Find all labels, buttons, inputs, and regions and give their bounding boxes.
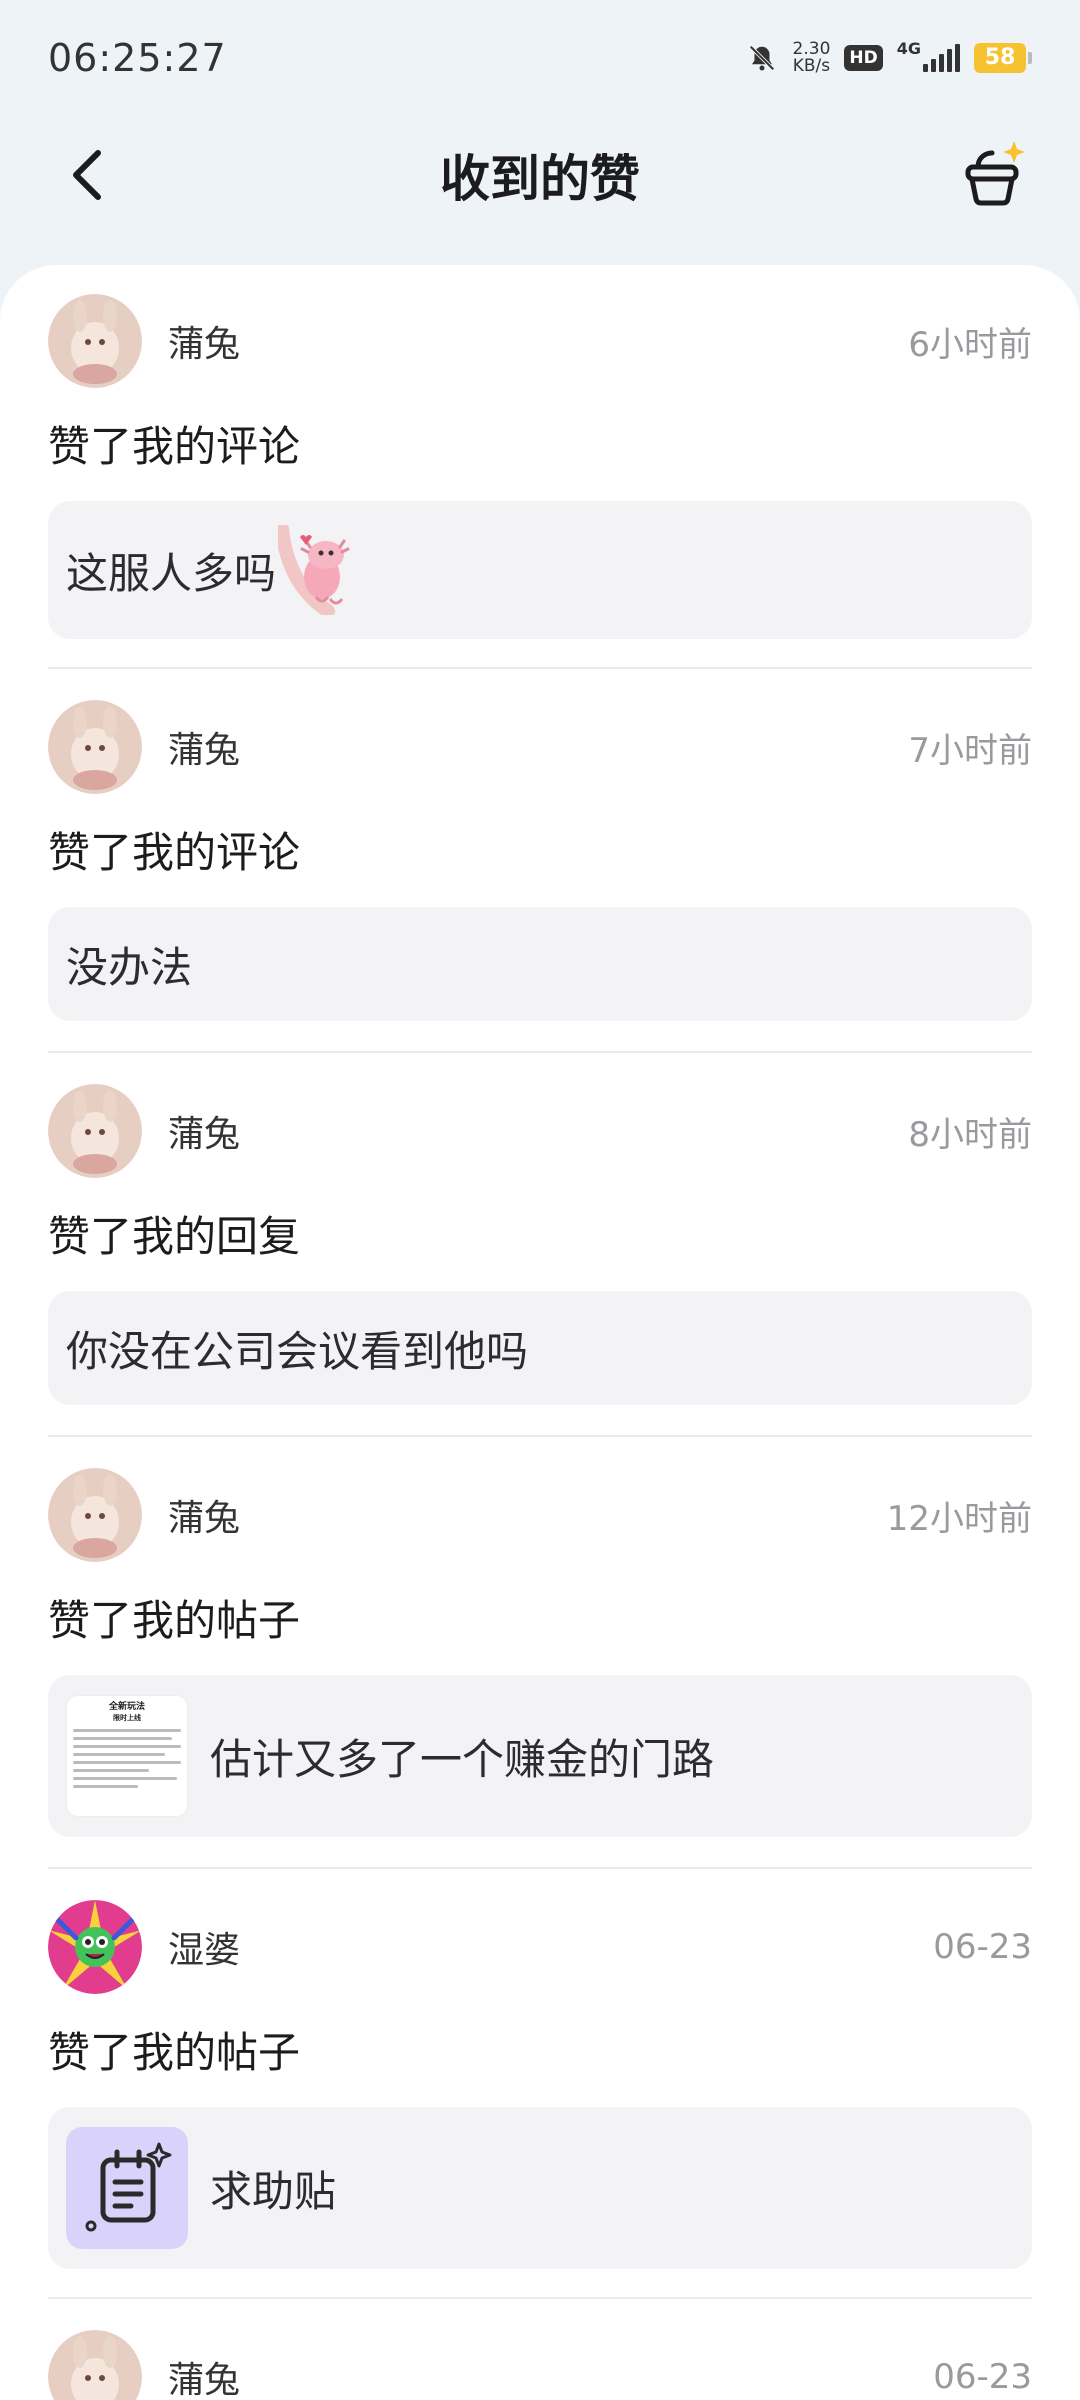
avatar[interactable] [48,1900,142,1994]
post-thumbnail: 全新玩法 限时上线 [66,1695,188,1817]
timestamp: 06-23 [933,2357,1032,2397]
likes-list[interactable]: 蒲兔 6小时前 赞了我的评论 这服人多吗 蒲兔 7小时前 赞了我的评论 没办法 … [0,265,1080,2400]
status-icons: 2.30 KB/s HD 4G 58 [745,38,1032,76]
divider [48,2297,1032,2299]
divider [48,1867,1032,1869]
action-label: 赞了我的评论 [48,422,301,471]
header: 收到的赞 [0,115,1080,235]
battery-indicator: 58 [974,42,1032,73]
timestamp: 8小时前 [908,1114,1032,1155]
net-speed-unit: KB/s [792,55,831,76]
quote-text: 求助贴 [210,2166,337,2216]
username[interactable]: 蒲兔 [168,315,908,367]
divider [48,667,1032,669]
action-label: 赞了我的帖子 [48,2028,301,2077]
item-header: 蒲兔 06-23 [48,2329,1032,2400]
status-time: 06:25:27 [48,35,227,80]
list-item[interactable]: 蒲兔 12小时前 赞了我的帖子 全新玩法 限时上线 估计又多了一个赚金的门路 [48,1467,1032,1837]
back-arrow-icon [73,150,101,200]
net-speed-value: 2.30 [792,38,831,59]
item-header: 蒲兔 12小时前 [48,1467,1032,1563]
timestamp: 7小时前 [908,730,1032,771]
quoted-content[interactable]: 这服人多吗 [48,501,1032,639]
timestamp: 6小时前 [908,324,1032,365]
username[interactable]: 蒲兔 [168,1105,908,1157]
signal-indicator: 4G [897,39,960,72]
notepad-sparkle-icon [85,2142,172,2232]
signal-bars-icon [923,43,960,72]
basket-sparkle-icon [965,141,1025,206]
avatar[interactable] [48,2330,142,2400]
divider [48,1435,1032,1437]
quoted-content[interactable]: 求助贴 [48,2107,1032,2269]
item-header: 蒲兔 6小时前 [48,293,1032,389]
timestamp: 12小时前 [886,1498,1032,1539]
thumbnail-title: 全新玩法 [108,1702,145,1712]
battery-tip [1028,51,1032,64]
quote-text: 你没在公司会议看到他吗 [66,1326,529,1376]
divider [48,1051,1032,1053]
username[interactable]: 蒲兔 [168,2351,933,2400]
item-header: 蒲兔 8小时前 [48,1083,1032,1179]
list-item[interactable]: 蒲兔 7小时前 赞了我的评论 没办法 [48,699,1032,1021]
action-label: 赞了我的帖子 [48,1596,301,1645]
action-label: 赞了我的评论 [48,828,301,877]
muted-bell-icon [745,41,779,75]
pink-sticker-icon [278,525,350,615]
network-type: 4G [896,38,921,58]
avatar[interactable] [48,700,142,794]
list-item[interactable]: 蒲兔 8小时前 赞了我的回复 你没在公司会议看到他吗 [48,1083,1032,1405]
quoted-content[interactable]: 没办法 [48,907,1032,1021]
net-speed: 2.30 KB/s [792,38,831,76]
hd-badge: HD [844,44,883,71]
item-header: 湿婆 06-23 [48,1899,1032,1995]
thumbnail-subtitle: 限时上线 [113,1714,141,1722]
battery-level: 58 [974,42,1026,73]
basket-button[interactable] [956,137,1030,211]
avatar[interactable] [48,1468,142,1562]
list-item[interactable]: 蒲兔 6小时前 赞了我的评论 这服人多吗 [48,293,1032,639]
avatar[interactable] [48,1084,142,1178]
list-item[interactable]: 湿婆 06-23 赞了我的帖子 求助贴 [48,1899,1032,2269]
quote-text: 这服人多吗 [66,548,277,598]
timestamp: 06-23 [933,1927,1032,1967]
avatar[interactable] [48,294,142,388]
list-item[interactable]: 蒲兔 06-23 [48,2329,1032,2400]
quoted-content[interactable]: 你没在公司会议看到他吗 [48,1291,1032,1405]
status-bar: 06:25:27 2.30 KB/s HD 4G 58 [0,0,1080,115]
quote-text: 估计又多了一个赚金的门路 [210,1734,715,1784]
item-header: 蒲兔 7小时前 [48,699,1032,795]
help-post-thumbnail [66,2127,188,2249]
username[interactable]: 蒲兔 [168,721,908,773]
action-label: 赞了我的回复 [48,1212,301,1261]
username[interactable]: 蒲兔 [168,1489,887,1541]
quoted-content[interactable]: 全新玩法 限时上线 估计又多了一个赚金的门路 [48,1675,1032,1837]
page-title: 收到的赞 [440,150,640,208]
quote-text: 没办法 [66,942,193,992]
username[interactable]: 湿婆 [168,1921,933,1973]
back-button[interactable] [56,143,120,207]
